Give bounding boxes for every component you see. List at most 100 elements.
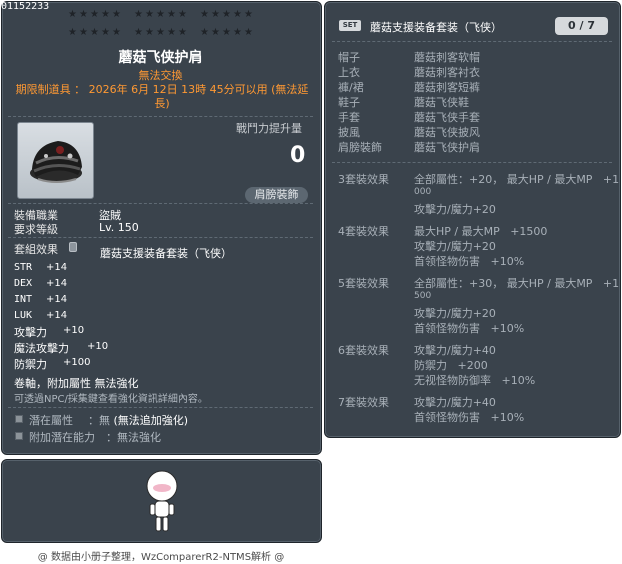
- set-bonus-line: 500: [414, 291, 432, 301]
- item-name: 蘑菇飞侠护肩: [118, 50, 203, 66]
- star-icon: ★: [222, 9, 231, 20]
- star-icon: ★: [145, 27, 154, 38]
- divider: [332, 41, 612, 42]
- stat-label: STR: [14, 262, 33, 273]
- star-icon: ★: [222, 27, 231, 38]
- star-icon: ★: [244, 9, 253, 20]
- set-bonus-line: 攻擊力/魔力+40: [414, 344, 496, 357]
- combat-power-label: 戰鬥力提升量: [236, 122, 302, 135]
- star-icon: ★: [145, 9, 154, 20]
- divider: [332, 162, 612, 163]
- set-bonus-line: 首领怪物伤害 +10%: [414, 322, 525, 335]
- character-avatar: [142, 468, 182, 536]
- potential-label: 潛在屬性: [29, 414, 73, 427]
- item-id: 01152233: [1, 1, 50, 12]
- set-bonus-line: 攻擊力/魔力+40: [414, 396, 496, 409]
- divider: [8, 237, 313, 238]
- set-bonus-line: 000: [414, 187, 432, 197]
- set-bonus-line: 防禦力 +200: [414, 359, 488, 372]
- stat-label: 防禦力: [14, 358, 47, 371]
- stat-label: LUK: [14, 310, 33, 321]
- shoulder-armor-icon: [30, 141, 82, 183]
- lock-icon: [69, 242, 77, 252]
- star-icon: ★: [211, 9, 220, 20]
- set-bonus-line: 攻擊力/魔力+20: [414, 203, 496, 216]
- set-slot-item: 蘑菇飞侠鞋: [414, 96, 469, 109]
- set-piece-count: 0 / 7: [555, 17, 608, 35]
- required-level-label: 要求等級: [14, 223, 58, 236]
- stat-value: +10: [63, 325, 85, 336]
- star-icon: ★: [90, 27, 99, 38]
- set-bonus-line: 攻擊力/魔力+20: [414, 307, 496, 320]
- set-slot-item: 蘑菇刺客衬衣: [414, 66, 480, 79]
- star-icon: ★: [233, 27, 242, 38]
- stat-label: 魔法攻擊力: [14, 342, 69, 355]
- set-bonus-line: 无视怪物防御率 +10%: [414, 374, 536, 387]
- divider: [8, 203, 313, 204]
- set-slot-name: 上衣: [338, 66, 360, 79]
- star-group: ★ ★ ★ ★ ★: [68, 10, 124, 20]
- star-icon: ★: [68, 27, 77, 38]
- star-icon: ★: [101, 9, 110, 20]
- expiry-notice: 期限制道具 ： 2026年 6月 12日 13時 45分可以用 (無法延長): [15, 83, 309, 110]
- divider: [8, 407, 313, 408]
- star-icon: ★: [156, 9, 165, 20]
- npc-info-note: 可透過NPC/採集鍵查看強化資訊詳細內容。: [14, 394, 208, 405]
- set-slot-name: 手套: [338, 111, 360, 124]
- set-bonus-line: 全部屬性：+30， 最大HP / 最大MP +1: [414, 277, 620, 290]
- star-group: ★ ★ ★ ★ ★: [200, 28, 256, 38]
- star-force-row-1: ★ ★ ★ ★ ★ ★ ★ ★ ★ ★ ★ ★ ★ ★ ★: [68, 10, 268, 20]
- set-name: 蘑菇支援装备套装（飞侠）: [100, 247, 232, 260]
- star-force-row-2: ★ ★ ★ ★ ★ ★ ★ ★ ★ ★ ★ ★ ★ ★ ★: [68, 28, 268, 38]
- stat-label: DEX: [14, 278, 33, 289]
- set-bonus-line: 首领怪物伤害 +10%: [414, 411, 525, 424]
- star-icon: ★: [244, 27, 253, 38]
- star-icon: ★: [112, 9, 121, 20]
- stat-value: +14: [46, 262, 68, 273]
- star-group: ★ ★ ★ ★ ★: [134, 10, 190, 20]
- star-icon: ★: [112, 27, 121, 38]
- star-icon: ★: [68, 9, 77, 20]
- stat-value: +14: [46, 310, 68, 321]
- set-bonus-title: 4套裝效果: [338, 225, 389, 238]
- star-icon: ★: [233, 9, 242, 20]
- star-icon: ★: [178, 9, 187, 20]
- footer-credit: @ 数据由小册子整理，WzComparerR2-NTMS解析 @: [37, 552, 285, 563]
- star-icon: ★: [200, 27, 209, 38]
- star-icon: ★: [79, 9, 88, 20]
- set-slot-item: 蘑菇刺客软帽: [414, 51, 480, 64]
- set-bonus-title: 7套裝效果: [338, 396, 389, 409]
- potential-value-text: ：無: [88, 414, 110, 427]
- potential-value-extra: (無法追加強化): [113, 414, 189, 427]
- bonus-potential-label: 附加潛在能力: [29, 431, 95, 444]
- set-bonus-line: 攻擊力/魔力+20: [414, 240, 496, 253]
- potential-value: ：無 (無法追加強化): [88, 412, 188, 428]
- star-icon: ★: [211, 27, 220, 38]
- set-effect-label: 套組效果: [14, 243, 58, 256]
- stat-label: INT: [14, 294, 33, 305]
- star-group: ★ ★ ★ ★ ★: [200, 10, 256, 20]
- set-slot-name: 帽子: [338, 51, 360, 64]
- set-bonus-title: 3套裝效果: [338, 173, 389, 186]
- set-slot-name: 肩膀裝飾: [338, 141, 382, 154]
- enhancement-note: 卷軸，附加屬性 無法強化: [14, 377, 139, 390]
- set-bonus-title: 6套裝效果: [338, 344, 389, 357]
- set-badge: SET: [339, 20, 361, 31]
- stat-value: +14: [46, 278, 68, 289]
- divider: [8, 116, 313, 117]
- set-slot-item: 蘑菇飞侠手套: [414, 111, 480, 124]
- set-slot-name: 披風: [338, 126, 360, 139]
- star-icon: ★: [134, 9, 143, 20]
- star-icon: ★: [101, 27, 110, 38]
- star-icon: ★: [134, 27, 143, 38]
- star-group: ★ ★ ★ ★ ★: [134, 28, 190, 38]
- set-slot-item: 蘑菇飞侠披风: [414, 126, 480, 139]
- star-icon: ★: [200, 9, 209, 20]
- equip-slot-badge: 肩膀裝飾: [245, 187, 308, 203]
- star-group: ★ ★ ★ ★ ★: [68, 28, 124, 38]
- set-slot-name: 鞋子: [338, 96, 360, 109]
- star-icon: ★: [156, 27, 165, 38]
- star-icon: ★: [167, 27, 176, 38]
- item-icon-frame: [17, 122, 94, 199]
- set-title: 蘑菇支援装备套装（飞侠）: [370, 21, 502, 34]
